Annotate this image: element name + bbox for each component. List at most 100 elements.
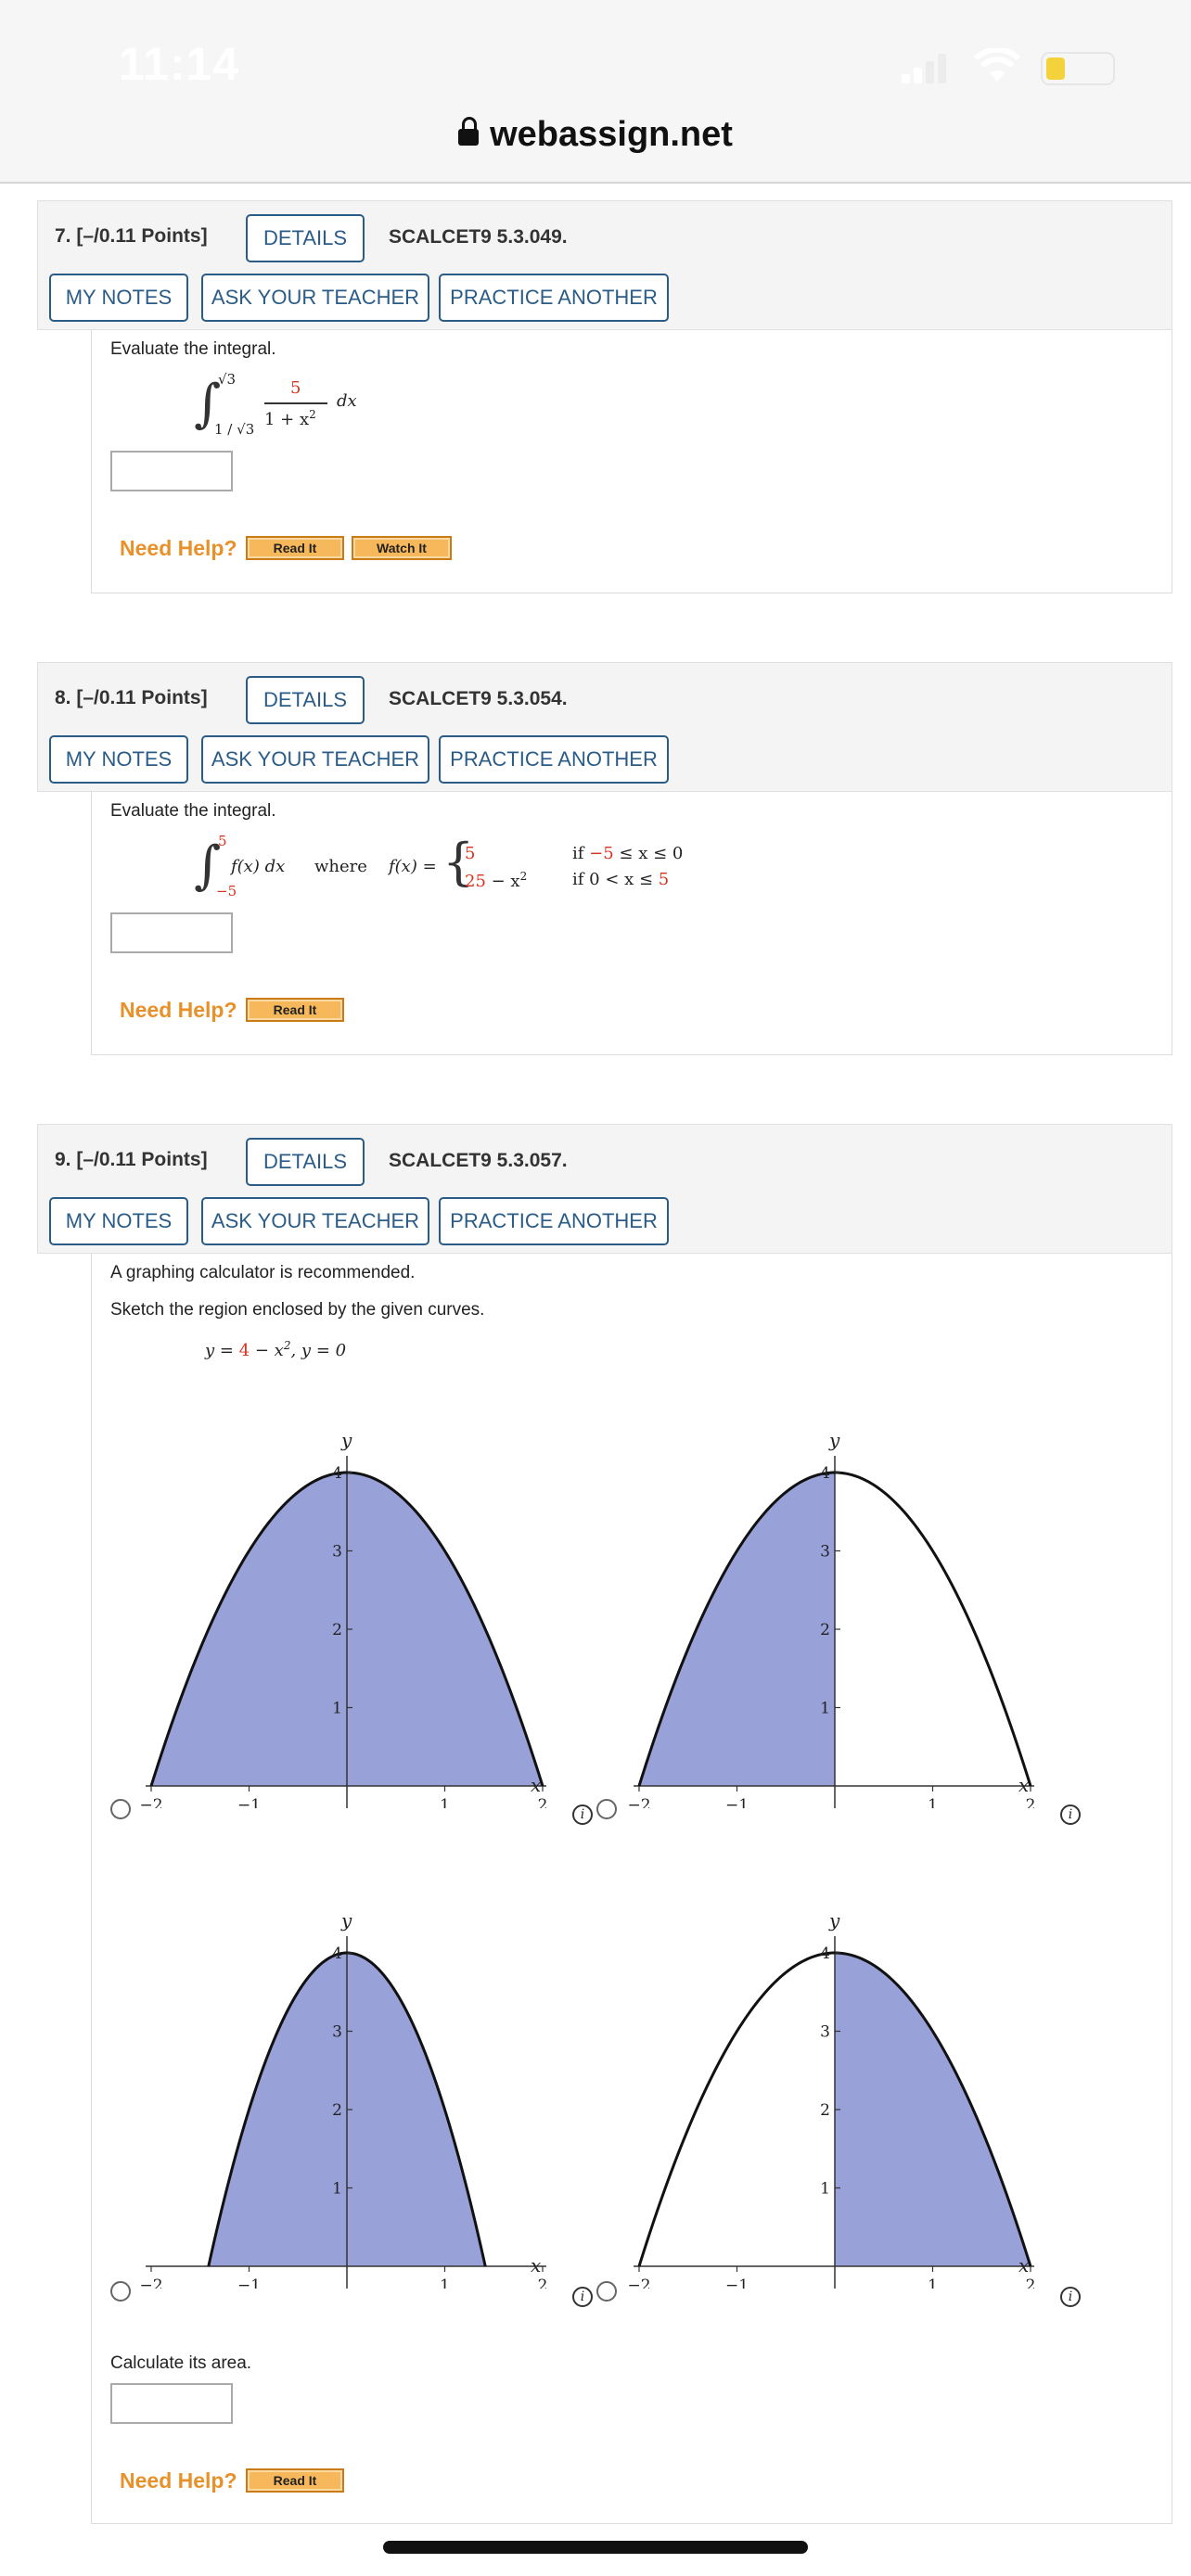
browser-chrome: 11:14 webassign.net: [0, 0, 1191, 184]
my-notes-button[interactable]: MY NOTES: [49, 274, 188, 322]
y-tick-label: 2: [820, 2101, 830, 2120]
ask-teacher-button[interactable]: ASK YOUR TEACHER: [201, 1197, 429, 1245]
answer-input[interactable]: [110, 2383, 233, 2424]
curve-equations: y = 4 − x2, y = 0: [205, 1339, 347, 1360]
question-9-header: 9. [–/0.11 Points] DETAILS SCALCET9 5.3.…: [37, 1124, 1172, 1254]
need-help-label: Need Help?: [120, 998, 237, 1022]
x-tick-label: 1: [440, 1796, 450, 1808]
cellular-signal-icon: [902, 54, 946, 83]
x-tick-label: 2: [1026, 1796, 1034, 1808]
question-7-prompt: Evaluate the integral.: [110, 339, 276, 359]
practice-another-button[interactable]: PRACTICE ANOTHER: [439, 1197, 669, 1245]
ask-teacher-button[interactable]: ASK YOUR TEACHER: [201, 735, 429, 784]
read-it-button[interactable]: Read It: [246, 2468, 344, 2493]
radio-option-1[interactable]: [110, 1799, 131, 1819]
x-tick-label: 1: [928, 1796, 938, 1808]
x-tick-label: −2: [139, 2276, 162, 2289]
details-button[interactable]: DETAILS: [246, 676, 365, 724]
where-label: where: [314, 857, 367, 876]
shaded-region: [639, 1473, 835, 1786]
answer-input[interactable]: [110, 451, 233, 491]
watch-it-button[interactable]: Watch It: [352, 536, 452, 560]
y-tick-label: 4: [820, 1945, 830, 1963]
y-axis-label: y: [828, 1909, 840, 1932]
need-help-label: Need Help?: [120, 536, 237, 560]
y-tick-label: 1: [820, 2180, 830, 2199]
question-7-code: SCALCET9 5.3.049.: [389, 226, 568, 248]
piecewise-integral: ∫ 5 −5 f(x) dx where f(x) = { 5 if −5 ≤ …: [194, 833, 769, 912]
y-tick-label: 1: [820, 1700, 830, 1718]
graph-option-1: −2 −1 1 21234xy: [139, 1429, 546, 1808]
case-2-value: 25 − x2: [465, 870, 528, 891]
shaded-region: [835, 1953, 1031, 2266]
question-8-number: 8. [–/0.11 Points]: [55, 687, 208, 708]
x-tick-label: −1: [725, 1796, 749, 1808]
y-tick-label: 3: [820, 1543, 830, 1562]
integral-upper-limit: √3: [218, 371, 237, 388]
y-tick-label: 3: [332, 1543, 342, 1562]
my-notes-button[interactable]: MY NOTES: [49, 1197, 188, 1245]
ask-teacher-button[interactable]: ASK YOUR TEACHER: [201, 274, 429, 322]
question-8-header: 8. [–/0.11 Points] DETAILS SCALCET9 5.3.…: [37, 662, 1172, 792]
denominator: 1 + x2: [264, 408, 316, 429]
answer-input[interactable]: [110, 912, 233, 953]
y-tick-label: 1: [332, 1700, 342, 1718]
details-button[interactable]: DETAILS: [246, 214, 365, 262]
question-9-prompt: Sketch the region enclosed by the given …: [110, 1300, 485, 1320]
integral-lower-limit: −5: [216, 883, 237, 899]
y-tick-label: 4: [332, 1464, 342, 1483]
info-icon[interactable]: i: [572, 2287, 593, 2307]
integral-expression: ∫ √3 1 / √3 5 1 + x2 dx: [194, 371, 435, 451]
my-notes-button[interactable]: MY NOTES: [49, 735, 188, 784]
x-tick-label: −1: [725, 2276, 749, 2289]
y-tick-label: 3: [332, 2023, 342, 2042]
case-1-condition: if −5 ≤ x ≤ 0: [572, 844, 684, 863]
integral-lower-limit: 1 / √3: [214, 421, 255, 438]
numerator: 5: [290, 378, 301, 398]
y-tick-label: 2: [332, 1621, 342, 1639]
read-it-button[interactable]: Read It: [246, 536, 344, 560]
x-axis-label: x: [531, 1774, 541, 1796]
x-tick-label: 1: [928, 2276, 938, 2289]
radio-option-2[interactable]: [596, 1799, 617, 1819]
lock-icon: [458, 117, 480, 146]
info-icon[interactable]: i: [572, 1804, 593, 1825]
info-icon[interactable]: i: [1060, 2287, 1081, 2307]
radio-option-4[interactable]: [596, 2281, 617, 2302]
y-tick-label: 3: [820, 2023, 830, 2042]
question-8-prompt: Evaluate the integral.: [110, 801, 276, 821]
case-2-condition: if 0 < x ≤ 5: [572, 870, 670, 889]
y-tick-label: 2: [332, 2101, 342, 2120]
area-prompt: Calculate its area.: [110, 2353, 252, 2373]
practice-another-button[interactable]: PRACTICE ANOTHER: [439, 735, 669, 784]
question-7-body: Evaluate the integral. ∫ √3 1 / √3 5 1 +…: [91, 330, 1172, 593]
question-9-number: 9. [–/0.11 Points]: [55, 1149, 208, 1170]
x-axis-label: x: [531, 2254, 541, 2276]
battery-icon: [1041, 52, 1115, 85]
question-7-header: 7. [–/0.11 Points] DETAILS SCALCET9 5.3.…: [37, 200, 1172, 330]
x-tick-label: 1: [440, 2276, 450, 2289]
graph-option-4: −2 −1 1 2 1 2 3 4 x y: [627, 1909, 1034, 2289]
radio-option-3[interactable]: [110, 2281, 131, 2302]
dx: dx: [337, 391, 357, 411]
x-axis-label: x: [1018, 1774, 1029, 1796]
wifi-icon: [974, 48, 1020, 82]
url-bar[interactable]: webassign.net: [0, 115, 1191, 155]
status-time: 11:14: [119, 38, 240, 90]
graph-option-3: −2 −1 1 21234xy: [139, 1909, 546, 2289]
y-tick-label: 4: [820, 1464, 830, 1483]
read-it-button[interactable]: Read It: [246, 998, 344, 1022]
x-tick-label: −1: [237, 2276, 261, 2289]
x-axis-label: x: [1018, 2254, 1029, 2276]
x-tick-label: −1: [237, 1796, 261, 1808]
details-button[interactable]: DETAILS: [246, 1138, 365, 1186]
home-indicator[interactable]: [383, 2541, 808, 2554]
url-text: webassign.net: [490, 115, 733, 154]
info-icon[interactable]: i: [1060, 1804, 1081, 1825]
question-9-body: A graphing calculator is recommended. Sk…: [91, 1254, 1172, 2524]
graph-option-2: −2 −1 1 2 1 2 3 4 x y: [627, 1429, 1034, 1808]
fraction-bar: [264, 402, 327, 404]
case-1-value: 5: [465, 844, 476, 863]
practice-another-button[interactable]: PRACTICE ANOTHER: [439, 274, 669, 322]
integral-upper-limit: 5: [218, 833, 227, 849]
